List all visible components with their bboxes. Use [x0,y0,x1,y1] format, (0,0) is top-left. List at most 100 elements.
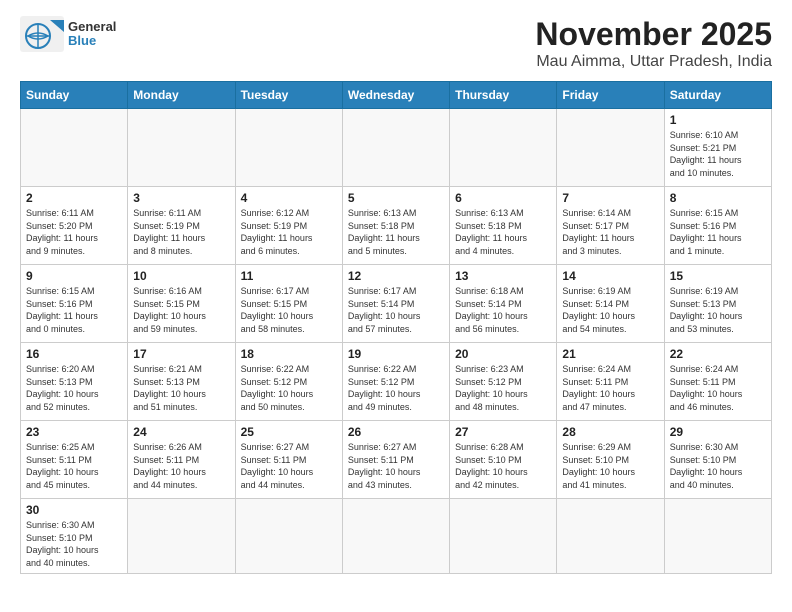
day-info: Sunrise: 6:17 AM Sunset: 5:15 PM Dayligh… [241,285,337,335]
calendar-cell [235,109,342,187]
calendar-cell: 15 Sunrise: 6:19 AM Sunset: 5:13 PM Dayli… [664,265,771,343]
day-number: 5 [348,191,444,205]
day-number: 27 [455,425,551,439]
day-number: 22 [670,347,766,361]
calendar-cell [450,109,557,187]
calendar-cell [342,499,449,574]
day-info: Sunrise: 6:25 AM Sunset: 5:11 PM Dayligh… [26,441,122,491]
day-info: Sunrise: 6:15 AM Sunset: 5:16 PM Dayligh… [26,285,122,335]
day-info: Sunrise: 6:27 AM Sunset: 5:11 PM Dayligh… [348,441,444,491]
month-title: November 2025 [535,16,772,53]
calendar-cell: 22 Sunrise: 6:24 AM Sunset: 5:11 PM Dayli… [664,343,771,421]
day-info: Sunrise: 6:15 AM Sunset: 5:16 PM Dayligh… [670,207,766,257]
calendar-cell [235,499,342,574]
calendar-cell: 12Sunrise: 6:17 AM Sunset: 5:14 PM Dayli… [342,265,449,343]
day-info: Sunrise: 6:22 AM Sunset: 5:12 PM Dayligh… [348,363,444,413]
calendar-cell [664,499,771,574]
day-info: Sunrise: 6:19 AM Sunset: 5:13 PM Dayligh… [670,285,766,335]
day-number: 6 [455,191,551,205]
calendar-header-tuesday: Tuesday [235,82,342,109]
day-number: 7 [562,191,658,205]
day-number: 23 [26,425,122,439]
calendar-cell: 9Sunrise: 6:15 AM Sunset: 5:16 PM Daylig… [21,265,128,343]
day-info: Sunrise: 6:18 AM Sunset: 5:14 PM Dayligh… [455,285,551,335]
calendar-week-4: 16 Sunrise: 6:20 AM Sunset: 5:13 PM Dayli… [21,343,772,421]
day-number: 19 [348,347,444,361]
day-info: Sunrise: 6:17 AM Sunset: 5:14 PM Dayligh… [348,285,444,335]
calendar-header-friday: Friday [557,82,664,109]
day-number: 8 [670,191,766,205]
day-number: 21 [562,347,658,361]
day-info: Sunrise: 6:20 AM Sunset: 5:13 PM Dayligh… [26,363,122,413]
calendar: SundayMondayTuesdayWednesdayThursdayFrid… [20,81,772,574]
title-area: November 2025 Mau Aimma, Uttar Pradesh, … [535,16,772,71]
day-info: Sunrise: 6:23 AM Sunset: 5:12 PM Dayligh… [455,363,551,413]
day-number: 10 [133,269,229,283]
calendar-cell: 17Sunrise: 6:21 AM Sunset: 5:13 PM Dayli… [128,343,235,421]
day-info: Sunrise: 6:19 AM Sunset: 5:14 PM Dayligh… [562,285,658,335]
day-number: 18 [241,347,337,361]
day-number: 16 [26,347,122,361]
calendar-week-5: 23 Sunrise: 6:25 AM Sunset: 5:11 PM Dayli… [21,421,772,499]
calendar-cell [557,499,664,574]
calendar-cell: 10 Sunrise: 6:16 AM Sunset: 5:15 PM Dayli… [128,265,235,343]
logo-blue-text: Blue [68,34,116,48]
calendar-cell: 26 Sunrise: 6:27 AM Sunset: 5:11 PM Dayli… [342,421,449,499]
calendar-week-1: 1Sunrise: 6:10 AM Sunset: 5:21 PM Daylig… [21,109,772,187]
day-info: Sunrise: 6:24 AM Sunset: 5:11 PM Dayligh… [670,363,766,413]
day-number: 3 [133,191,229,205]
calendar-cell: 11 Sunrise: 6:17 AM Sunset: 5:15 PM Dayli… [235,265,342,343]
calendar-header-monday: Monday [128,82,235,109]
calendar-cell [128,109,235,187]
calendar-cell: 24 Sunrise: 6:26 AM Sunset: 5:11 PM Dayli… [128,421,235,499]
day-info: Sunrise: 6:26 AM Sunset: 5:11 PM Dayligh… [133,441,229,491]
calendar-cell: 27 Sunrise: 6:28 AM Sunset: 5:10 PM Dayli… [450,421,557,499]
day-info: Sunrise: 6:13 AM Sunset: 5:18 PM Dayligh… [348,207,444,257]
calendar-cell: 6Sunrise: 6:13 AM Sunset: 5:18 PM Daylig… [450,187,557,265]
calendar-week-6: 30Sunrise: 6:30 AM Sunset: 5:10 PM Dayli… [21,499,772,574]
day-number: 26 [348,425,444,439]
calendar-cell [21,109,128,187]
day-info: Sunrise: 6:14 AM Sunset: 5:17 PM Dayligh… [562,207,658,257]
calendar-header-sunday: Sunday [21,82,128,109]
day-number: 25 [241,425,337,439]
day-info: Sunrise: 6:11 AM Sunset: 5:20 PM Dayligh… [26,207,122,257]
day-number: 24 [133,425,229,439]
day-number: 14 [562,269,658,283]
calendar-cell: 13 Sunrise: 6:18 AM Sunset: 5:14 PM Dayli… [450,265,557,343]
day-info: Sunrise: 6:30 AM Sunset: 5:10 PM Dayligh… [26,519,122,569]
day-info: Sunrise: 6:29 AM Sunset: 5:10 PM Dayligh… [562,441,658,491]
calendar-cell [128,499,235,574]
day-number: 2 [26,191,122,205]
calendar-cell: 2 Sunrise: 6:11 AM Sunset: 5:20 PM Daylig… [21,187,128,265]
day-number: 15 [670,269,766,283]
calendar-cell: 5 Sunrise: 6:13 AM Sunset: 5:18 PM Daylig… [342,187,449,265]
calendar-cell: 14 Sunrise: 6:19 AM Sunset: 5:14 PM Dayli… [557,265,664,343]
calendar-cell: 18 Sunrise: 6:22 AM Sunset: 5:12 PM Dayli… [235,343,342,421]
day-info: Sunrise: 6:24 AM Sunset: 5:11 PM Dayligh… [562,363,658,413]
day-info: Sunrise: 6:11 AM Sunset: 5:19 PM Dayligh… [133,207,229,257]
day-info: Sunrise: 6:10 AM Sunset: 5:21 PM Dayligh… [670,129,766,179]
calendar-cell: 3 Sunrise: 6:11 AM Sunset: 5:19 PM Daylig… [128,187,235,265]
day-info: Sunrise: 6:22 AM Sunset: 5:12 PM Dayligh… [241,363,337,413]
day-number: 29 [670,425,766,439]
calendar-header-row: SundayMondayTuesdayWednesdayThursdayFrid… [21,82,772,109]
day-info: Sunrise: 6:16 AM Sunset: 5:15 PM Dayligh… [133,285,229,335]
calendar-cell: 25Sunrise: 6:27 AM Sunset: 5:11 PM Dayli… [235,421,342,499]
calendar-header-wednesday: Wednesday [342,82,449,109]
calendar-cell: 30Sunrise: 6:30 AM Sunset: 5:10 PM Dayli… [21,499,128,574]
day-info: Sunrise: 6:30 AM Sunset: 5:10 PM Dayligh… [670,441,766,491]
calendar-header-thursday: Thursday [450,82,557,109]
day-number: 13 [455,269,551,283]
calendar-cell: 7 Sunrise: 6:14 AM Sunset: 5:17 PM Daylig… [557,187,664,265]
day-number: 28 [562,425,658,439]
calendar-cell: 1Sunrise: 6:10 AM Sunset: 5:21 PM Daylig… [664,109,771,187]
header: General Blue November 2025 Mau Aimma, Ut… [20,16,772,71]
calendar-cell [342,109,449,187]
day-info: Sunrise: 6:28 AM Sunset: 5:10 PM Dayligh… [455,441,551,491]
calendar-cell [450,499,557,574]
calendar-cell: 21 Sunrise: 6:24 AM Sunset: 5:11 PM Dayli… [557,343,664,421]
logo: General Blue [20,16,116,52]
day-number: 11 [241,269,337,283]
calendar-cell [557,109,664,187]
